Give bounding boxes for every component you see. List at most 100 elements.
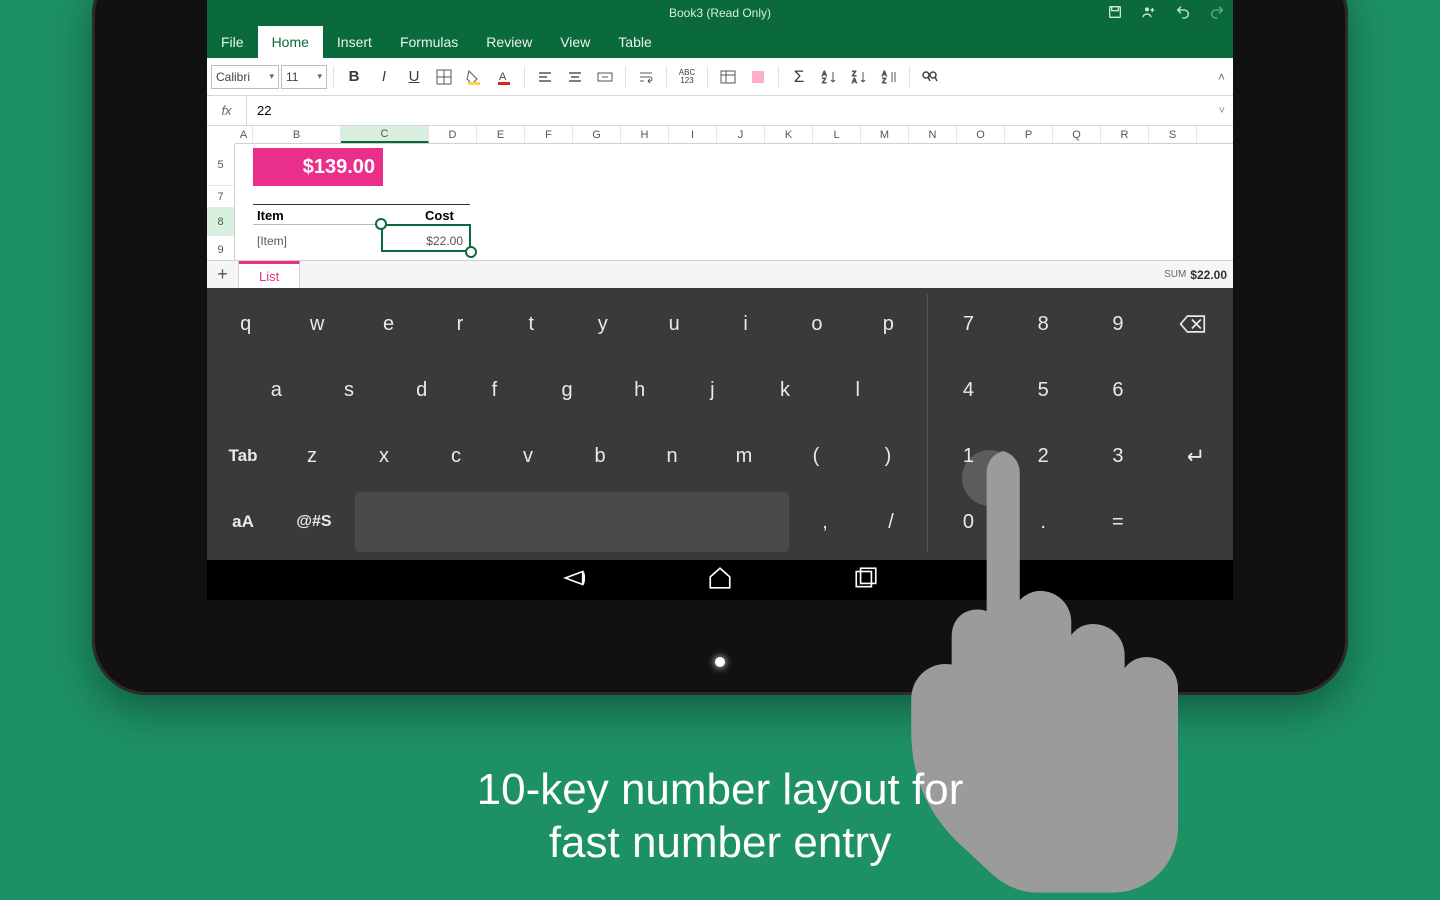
sort-desc-button[interactable]: ZA (845, 63, 873, 91)
save-icon[interactable] (1107, 4, 1123, 23)
tab-review[interactable]: Review (472, 26, 546, 58)
col-H[interactable]: H (621, 126, 669, 143)
selection-handle-br[interactable] (465, 246, 477, 258)
key-a[interactable]: a (243, 360, 310, 420)
collapse-ribbon-icon[interactable]: ˄ (1218, 70, 1225, 84)
formula-input[interactable]: 22 (247, 103, 1233, 118)
col-P[interactable]: P (1005, 126, 1053, 143)
key-shift[interactable]: aA (213, 492, 273, 552)
borders-button[interactable] (430, 63, 458, 91)
active-cell-outline[interactable] (381, 224, 471, 252)
sort-asc-button[interactable]: AZ (815, 63, 843, 91)
row-8[interactable]: 8 (207, 208, 235, 236)
font-size-select[interactable]: 11▾ (281, 65, 327, 89)
col-C[interactable]: C (341, 126, 429, 143)
key-z[interactable]: z (279, 426, 345, 486)
key-s[interactable]: s (316, 360, 383, 420)
fill-color-button[interactable] (460, 63, 488, 91)
key-b[interactable]: b (567, 426, 633, 486)
selection-handle-tl[interactable] (375, 218, 387, 230)
key-symbols[interactable]: @#S (279, 492, 349, 552)
col-K[interactable]: K (765, 126, 813, 143)
key-p[interactable]: p (856, 294, 921, 354)
cell-B7[interactable]: Item (257, 208, 284, 223)
key-4[interactable]: 4 (934, 360, 1003, 420)
cell-B5[interactable]: $139.00 (253, 148, 383, 186)
cell-C7[interactable]: Cost (425, 208, 454, 223)
col-J[interactable]: J (717, 126, 765, 143)
expand-formula-icon[interactable]: ˅ (1219, 105, 1225, 117)
recents-icon[interactable] (853, 565, 879, 596)
italic-button[interactable]: I (370, 63, 398, 91)
key-v[interactable]: v (495, 426, 561, 486)
align-left-button[interactable] (531, 63, 559, 91)
find-button[interactable] (916, 63, 944, 91)
key-y[interactable]: y (570, 294, 635, 354)
key-dot[interactable]: . (1009, 492, 1078, 552)
key-q[interactable]: q (213, 294, 278, 354)
wrap-text-button[interactable] (632, 63, 660, 91)
col-F[interactable]: F (525, 126, 573, 143)
row-7[interactable]: 7 (207, 186, 235, 208)
col-M[interactable]: M (861, 126, 909, 143)
table-style-button[interactable] (714, 63, 742, 91)
back-icon[interactable] (561, 565, 587, 596)
key-m[interactable]: m (711, 426, 777, 486)
undo-icon[interactable] (1175, 4, 1191, 23)
key-u[interactable]: u (641, 294, 706, 354)
key-c[interactable]: c (423, 426, 489, 486)
align-center-button[interactable] (561, 63, 589, 91)
key-6[interactable]: 6 (1084, 360, 1153, 420)
underline-button[interactable]: U (400, 63, 428, 91)
number-format-button[interactable]: ABC 123 (673, 63, 701, 91)
col-E[interactable]: E (477, 126, 525, 143)
key-space[interactable] (355, 492, 789, 552)
key-5[interactable]: 5 (1009, 360, 1078, 420)
col-A[interactable]: A (235, 126, 253, 143)
cells-area[interactable]: $139.00 Item Cost [Item] $22.00 [Item] $… (235, 144, 1233, 260)
cell-B8[interactable]: [Item] (257, 234, 287, 248)
key-comma[interactable]: , (795, 492, 855, 552)
key-l[interactable]: l (824, 360, 891, 420)
add-sheet-button[interactable]: + (207, 261, 239, 288)
merge-button[interactable] (591, 63, 619, 91)
key-t[interactable]: t (499, 294, 564, 354)
key-enter[interactable] (1158, 426, 1227, 486)
key-3[interactable]: 3 (1084, 426, 1153, 486)
col-O[interactable]: O (957, 126, 1005, 143)
key-paren-open[interactable]: ( (783, 426, 849, 486)
col-Q[interactable]: Q (1053, 126, 1101, 143)
key-8[interactable]: 8 (1009, 294, 1078, 354)
tab-view[interactable]: View (546, 26, 604, 58)
key-g[interactable]: g (534, 360, 601, 420)
key-slash[interactable]: / (861, 492, 921, 552)
share-icon[interactable] (1141, 4, 1157, 23)
fx-label[interactable]: fx (207, 96, 247, 125)
col-B[interactable]: B (253, 126, 341, 143)
key-backspace[interactable] (1158, 294, 1227, 354)
spreadsheet-grid[interactable]: A B C D E F G H I J K L M N O P Q (207, 126, 1233, 260)
key-j[interactable]: j (679, 360, 746, 420)
key-7[interactable]: 7 (934, 294, 1003, 354)
col-I[interactable]: I (669, 126, 717, 143)
key-9[interactable]: 9 (1084, 294, 1153, 354)
key-e[interactable]: e (356, 294, 421, 354)
col-G[interactable]: G (573, 126, 621, 143)
col-S[interactable]: S (1149, 126, 1197, 143)
key-h[interactable]: h (606, 360, 673, 420)
key-d[interactable]: d (388, 360, 455, 420)
sheet-tab-list[interactable]: List (239, 261, 300, 288)
col-R[interactable]: R (1101, 126, 1149, 143)
autosum-button[interactable]: Σ (785, 63, 813, 91)
row-9[interactable]: 9 (207, 236, 235, 260)
col-D[interactable]: D (429, 126, 477, 143)
row-5[interactable]: 5 (207, 144, 235, 186)
tab-insert[interactable]: Insert (323, 26, 386, 58)
cell-style-button[interactable] (744, 63, 772, 91)
key-tab[interactable]: Tab (213, 426, 273, 486)
key-f[interactable]: f (461, 360, 528, 420)
key-i[interactable]: i (713, 294, 778, 354)
key-k[interactable]: k (752, 360, 819, 420)
home-icon[interactable] (707, 565, 733, 596)
key-x[interactable]: x (351, 426, 417, 486)
